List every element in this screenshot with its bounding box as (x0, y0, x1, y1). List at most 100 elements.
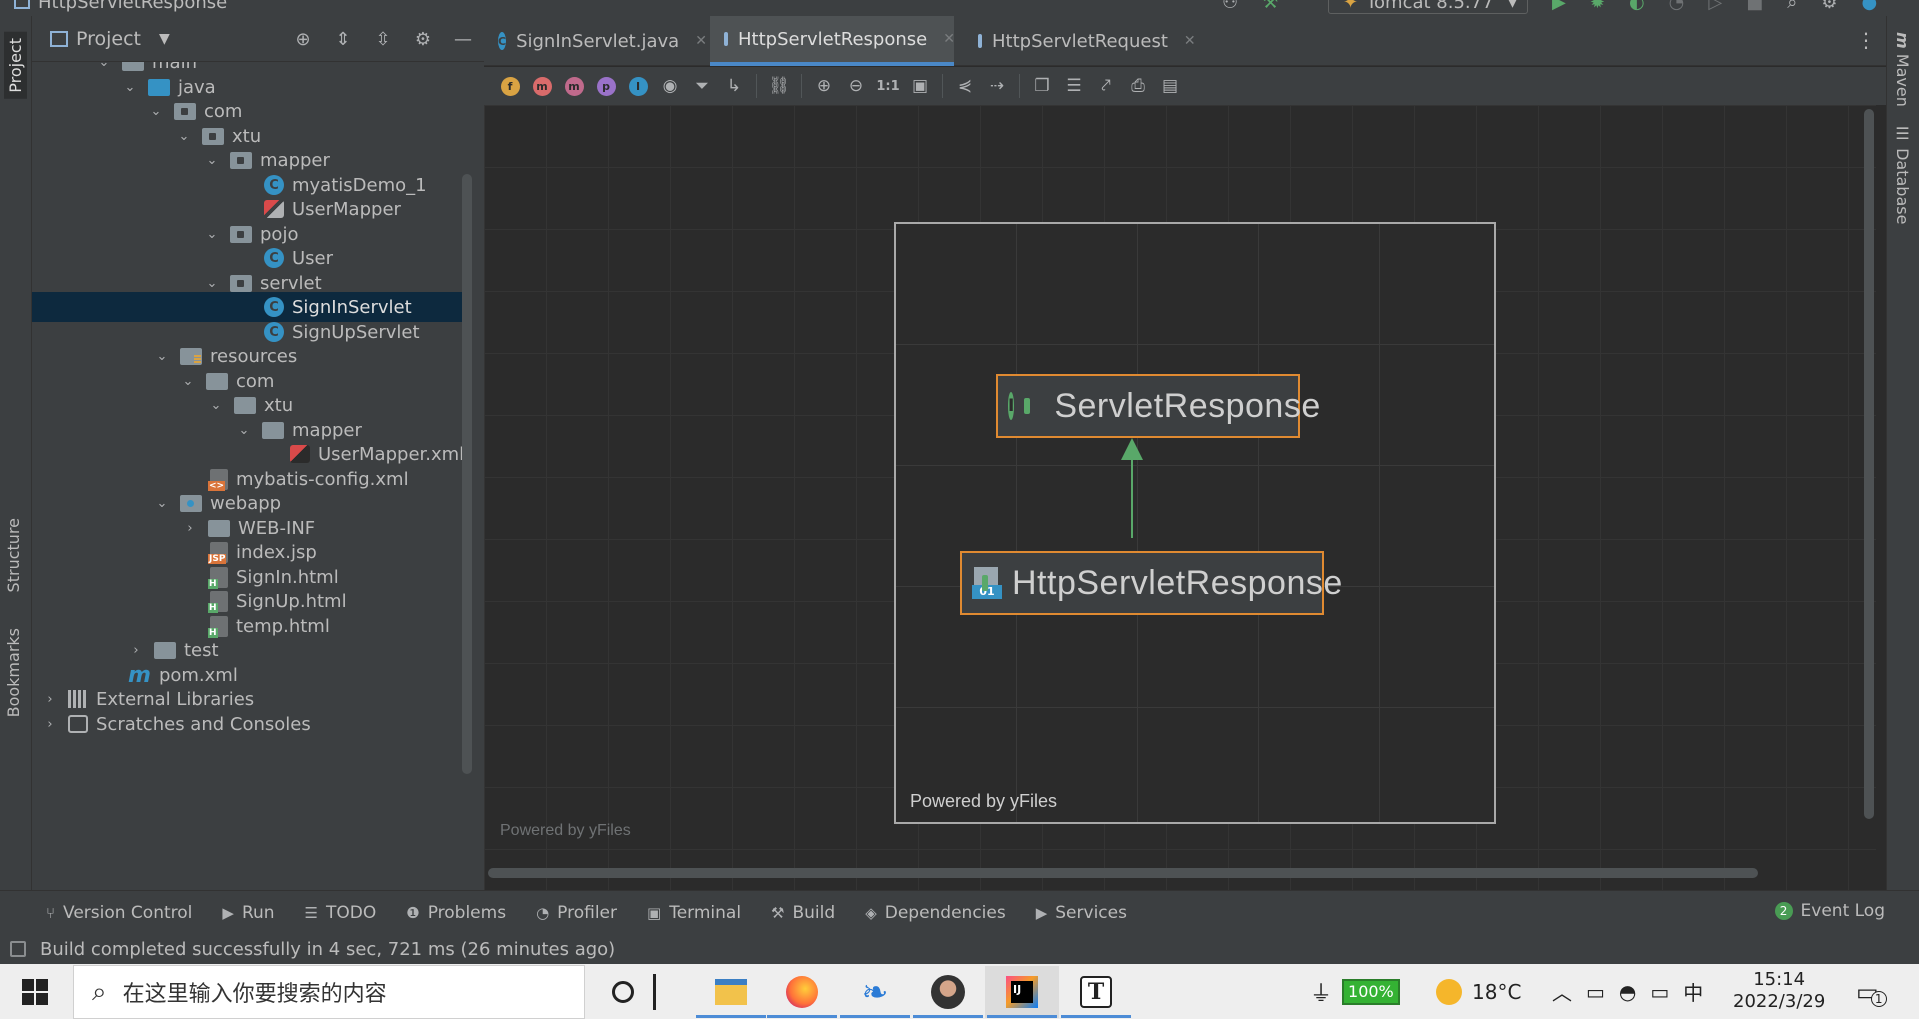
node-httpservletresponse[interactable]: 01 HttpServletResponse (960, 551, 1342, 615)
problems-button[interactable]: ❶ Problems (406, 903, 506, 923)
chevron-down-icon[interactable]: ⌄ (154, 495, 170, 511)
system-clock[interactable]: 15:14 2022/3/29 (1733, 969, 1825, 1013)
profiler-button[interactable]: ◔ Profiler (536, 903, 617, 923)
minimize-icon[interactable]: — (452, 28, 474, 50)
zoom-in-icon[interactable]: ⊕ (808, 70, 840, 102)
run-config-selector[interactable]: ✦ Tomcat 8.5.77 ▾ (1328, 0, 1528, 14)
run-icon[interactable]: ▶ (1552, 0, 1566, 13)
layout-icon[interactable]: ⋞ (949, 70, 981, 102)
eye-icon[interactable]: ◉ (654, 70, 686, 102)
intellij-icon[interactable]: IJ (985, 966, 1059, 1018)
align-icon[interactable]: ☰ (1058, 70, 1090, 102)
windows-start-icon[interactable] (22, 979, 48, 1005)
chevron-down-icon[interactable]: ▼ (159, 31, 170, 47)
network-icon[interactable]: ▭ (1586, 980, 1605, 1004)
apply-layout-icon[interactable]: ⇢ (981, 70, 1013, 102)
taskbar-search-box[interactable]: ⌕ 在这里输入你要搜索的内容 (73, 965, 585, 1019)
profile-icon[interactable]: ◔ (1669, 0, 1685, 13)
chevron-down-icon[interactable]: ⌄ (148, 103, 164, 119)
chevron-up-icon[interactable]: ︿ (1552, 977, 1572, 1006)
close-icon[interactable]: ✕ (943, 31, 955, 47)
filter-icon[interactable]: ⏷ (686, 70, 718, 102)
chevron-down-icon[interactable]: ⌄ (208, 397, 224, 413)
version-control-button[interactable]: ⑂ Version Control (46, 903, 192, 923)
file-explorer-icon[interactable] (694, 966, 768, 1018)
dolphin-app-icon[interactable]: ❧ (838, 966, 912, 1018)
expand-all-icon[interactable]: ⇕ (332, 28, 354, 50)
chevron-down-icon[interactable]: ⌄ (236, 422, 252, 438)
tab-bookmarks[interactable]: Bookmarks (4, 628, 23, 717)
project-view-selector[interactable]: Project (76, 28, 141, 50)
collapse-all-icon[interactable]: ⇳ (372, 28, 394, 50)
todo-button[interactable]: ☰ TODO (305, 903, 377, 923)
coverage-icon[interactable]: ◐ (1629, 0, 1645, 13)
print-icon[interactable]: ⎙ (1122, 70, 1154, 102)
display-icon[interactable]: ▭ (1650, 980, 1669, 1004)
export-icon[interactable]: ⤤ (1090, 70, 1122, 102)
canvas-horizontal-scrollbar[interactable] (488, 868, 1758, 878)
weather-widget[interactable]: 18°C (1436, 964, 1521, 1019)
avatar-app-icon[interactable] (911, 966, 985, 1018)
chevron-down-icon[interactable]: ⌄ (204, 152, 220, 168)
chevron-down-icon[interactable]: ⌄ (180, 373, 196, 389)
chevron-right-icon[interactable]: › (128, 642, 144, 658)
build-button[interactable]: ⚒ Build (771, 903, 835, 923)
tree-scrollbar[interactable] (462, 174, 472, 774)
copy-icon[interactable]: ❐ (1026, 70, 1058, 102)
typora-icon[interactable]: T (1059, 966, 1133, 1018)
tool-window-toggle-icon[interactable] (10, 941, 26, 957)
services-button[interactable]: ▶ Services (1036, 903, 1127, 923)
show-methods-button[interactable]: m (558, 70, 590, 102)
qq-icon[interactable]: ◓ (1619, 980, 1636, 1004)
show-inner-classes-button[interactable]: I (622, 70, 654, 102)
show-constructors-button[interactable]: m (526, 70, 558, 102)
fit-content-icon[interactable]: ▣ (904, 70, 936, 102)
jetbrains-logo-icon[interactable]: ● (1861, 0, 1877, 13)
chevron-down-icon[interactable]: ⌄ (96, 62, 112, 70)
event-log-button[interactable]: 2 Event Log (1774, 901, 1885, 921)
locate-icon[interactable]: ⊕ (292, 28, 314, 50)
task-view-icon[interactable] (634, 966, 674, 1018)
link-icon[interactable]: ⛓ (763, 70, 795, 102)
close-icon[interactable]: ✕ (1184, 33, 1196, 49)
diagram-canvas[interactable]: I ServletResponse 01 HttpServletResponse… (484, 105, 1876, 890)
show-fields-button[interactable]: f (494, 70, 526, 102)
zoom-out-icon[interactable]: ⊖ (840, 70, 872, 102)
tab-httpservletresponse[interactable]: HttpServletResponse ✕ (710, 16, 955, 66)
notification-center[interactable]: ▭ 1 (1856, 964, 1887, 1019)
chevron-right-icon[interactable]: › (182, 520, 198, 536)
route-icon[interactable]: ↳ (718, 70, 750, 102)
tab-maven[interactable]: m Maven (1893, 32, 1912, 107)
close-icon[interactable]: ✕ (695, 33, 707, 49)
gear-icon[interactable]: ⚙ (1821, 0, 1837, 13)
terminal-button[interactable]: ▣ Terminal (647, 903, 741, 923)
chevron-right-icon[interactable]: › (42, 691, 58, 707)
ime-indicator[interactable]: 中 (1683, 977, 1703, 1006)
dependencies-button[interactable]: ◈ Dependencies (865, 903, 1006, 923)
chevron-down-icon[interactable]: ⌄ (154, 348, 170, 364)
show-properties-button[interactable]: p (590, 70, 622, 102)
gear-icon[interactable]: ⚙ (412, 28, 434, 50)
actual-size-button[interactable]: 1:1 (872, 70, 904, 102)
rerun-icon[interactable]: ▷ (1708, 0, 1722, 13)
chevron-down-icon[interactable]: ⌄ (122, 79, 138, 95)
tab-signinservlet[interactable]: C SignInServlet.java ✕ (484, 16, 707, 66)
tree-node-scratches[interactable]: › Scratches and Consoles (32, 709, 472, 739)
firefox-icon[interactable] (765, 966, 839, 1018)
search-icon[interactable]: ⌕ (1787, 0, 1797, 13)
save-icon[interactable]: ▤ (1154, 70, 1186, 102)
user-icon[interactable]: ⚇ (1222, 0, 1238, 13)
run-button[interactable]: ▶ Run (222, 903, 274, 923)
chevron-down-icon[interactable]: ⌄ (204, 275, 220, 291)
tab-httpservletrequest[interactable]: HttpServletRequest ✕ (964, 16, 1198, 66)
tab-database[interactable]: ☰ Database (1893, 124, 1912, 224)
stop-icon[interactable]: ■ (1746, 0, 1763, 13)
hammer-icon[interactable]: ⚒ (1262, 0, 1278, 13)
debug-icon[interactable]: ✹ (1590, 0, 1605, 13)
chevron-down-icon[interactable]: ⌄ (204, 226, 220, 242)
more-options-icon[interactable]: ⋮ (1856, 28, 1876, 52)
chevron-right-icon[interactable]: › (42, 716, 58, 732)
chevron-down-icon[interactable]: ⌄ (176, 128, 192, 144)
tab-project[interactable]: Project (4, 32, 27, 99)
battery-indicator[interactable]: 100% (1342, 978, 1400, 1005)
